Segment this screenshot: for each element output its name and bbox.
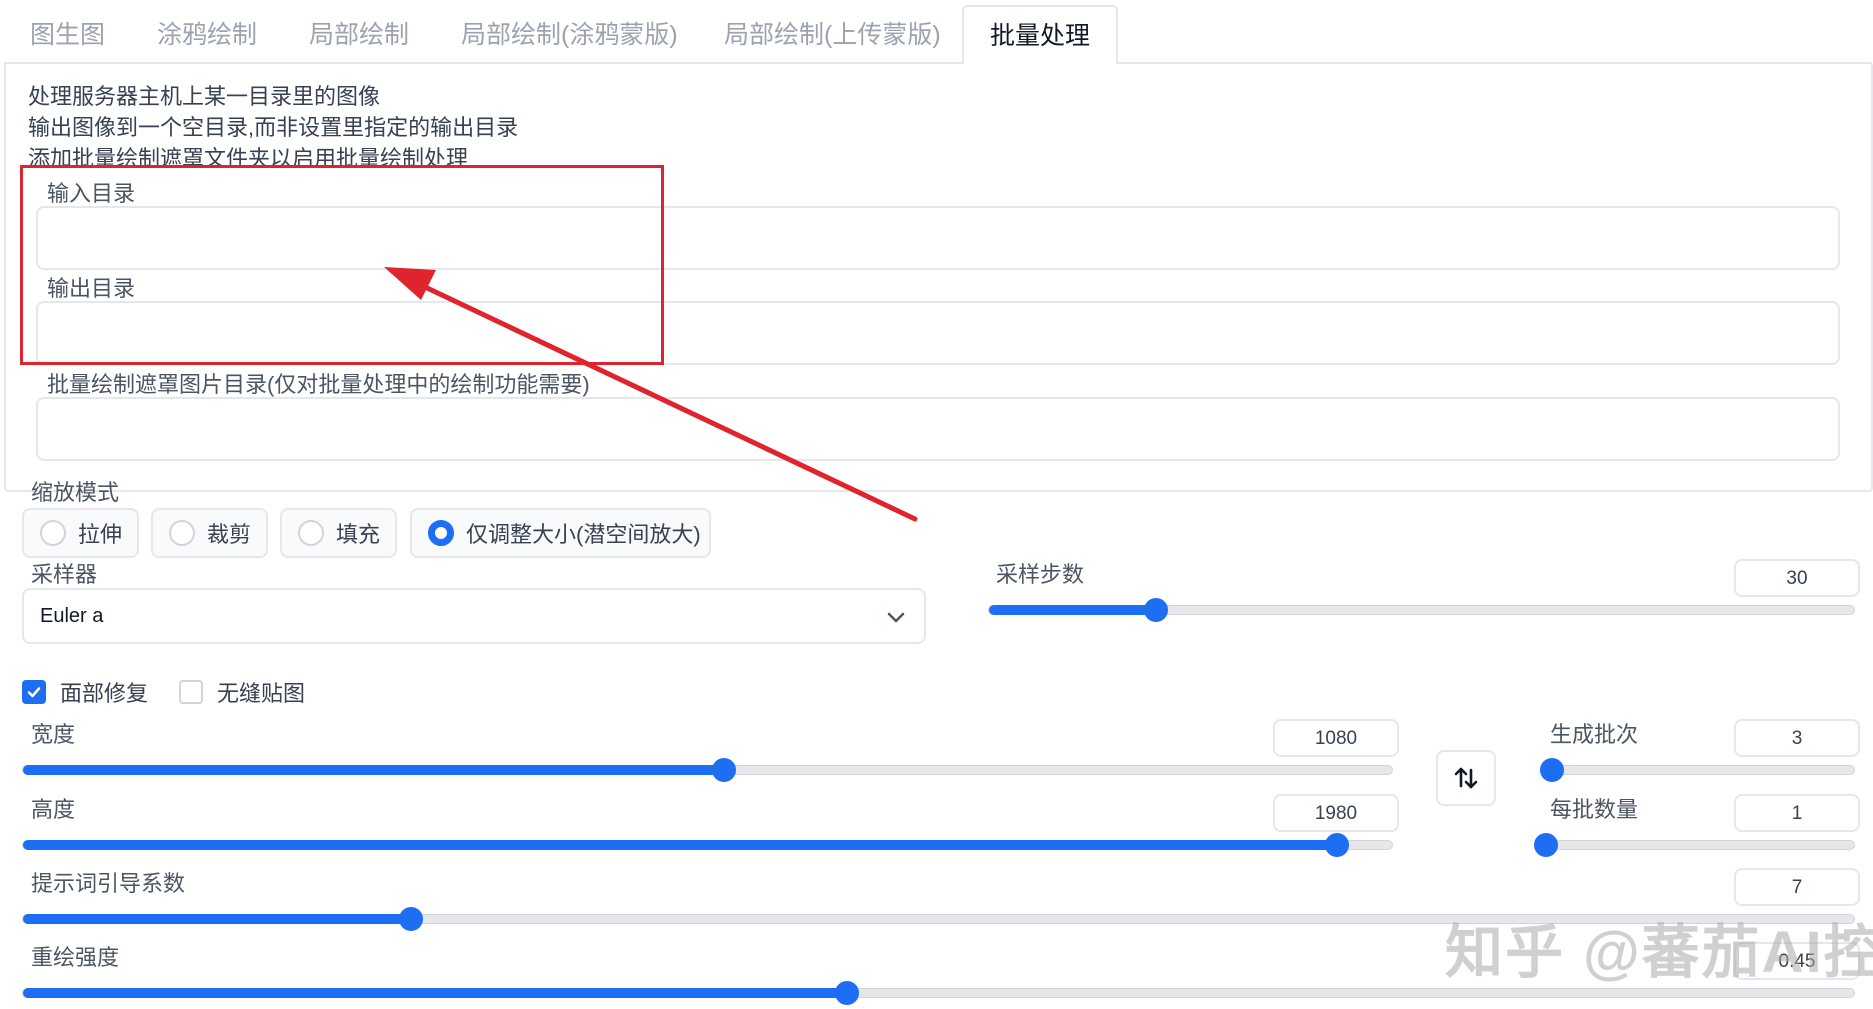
resize-option-stretch[interactable]: 拉伸 xyxy=(22,508,139,558)
sampler-label: 采样器 xyxy=(31,562,98,587)
height-slider[interactable] xyxy=(22,833,1393,857)
mask-dir-field[interactable] xyxy=(36,397,1840,461)
denoise-slider[interactable] xyxy=(22,981,1855,1005)
slider-fill xyxy=(23,914,412,924)
slider-thumb[interactable] xyxy=(711,758,736,782)
batch-count-label: 生成批次 xyxy=(1550,722,1639,747)
radio-label: 填充 xyxy=(336,522,381,547)
input-dir-label: 输入目录 xyxy=(47,181,136,206)
radio-dot-checked xyxy=(428,520,454,546)
height-input[interactable]: 1980 xyxy=(1273,794,1399,832)
width-slider[interactable] xyxy=(22,758,1393,782)
input-dir-field[interactable] xyxy=(36,206,1840,270)
sampling-steps-slider[interactable] xyxy=(988,598,1855,622)
height-label: 高度 xyxy=(31,797,76,822)
width-label: 宽度 xyxy=(31,722,76,747)
chevron-down-icon xyxy=(887,612,905,623)
tab-bar: 图生图 涂鸦绘制 局部绘制 局部绘制(涂鸦蒙版) 局部绘制(上传蒙版) 批量处理 xyxy=(0,0,1873,64)
radio-label: 拉伸 xyxy=(78,522,123,547)
slider-thumb[interactable] xyxy=(1144,598,1169,622)
batch-size-input[interactable]: 1 xyxy=(1734,794,1860,832)
batch-count-input[interactable]: 3 xyxy=(1734,719,1860,757)
batch-size-label: 每批数量 xyxy=(1550,797,1639,822)
swap-vertical-icon xyxy=(1454,767,1478,789)
description-line-2: 输出图像到一个空目录,而非设置里指定的输出目录 xyxy=(28,115,519,140)
batch-count-slider[interactable] xyxy=(1540,758,1855,782)
cfg-scale-label: 提示词引导系数 xyxy=(31,871,186,896)
description-line-1: 处理服务器主机上某一目录里的图像 xyxy=(28,84,381,109)
checkbox-label: 无缝贴图 xyxy=(217,681,306,706)
checkbox-box[interactable] xyxy=(179,680,203,704)
radio-label: 仅调整大小(潜空间放大) xyxy=(466,522,701,547)
tiling-checkbox[interactable]: 无缝贴图 xyxy=(179,676,305,708)
watermark: 知乎 @蕃茄AI控 xyxy=(1445,920,1873,985)
sampling-steps-label: 采样步数 xyxy=(996,562,1085,587)
tab-sketch[interactable]: 涂鸦绘制 xyxy=(157,12,257,58)
width-input[interactable]: 1080 xyxy=(1273,719,1399,757)
resize-option-fill[interactable]: 填充 xyxy=(280,508,397,558)
output-dir-label: 输出目录 xyxy=(47,276,136,301)
checkbox-box[interactable] xyxy=(22,680,46,704)
radio-dot xyxy=(40,520,66,546)
slider-thumb[interactable] xyxy=(1325,833,1350,857)
radio-label: 裁剪 xyxy=(207,522,252,547)
slider-thumb[interactable] xyxy=(399,907,424,931)
output-dir-field[interactable] xyxy=(36,301,1840,365)
description-line-3: 添加批量绘制遮罩文件夹以启用批量绘制处理 xyxy=(28,146,469,171)
mask-dir-label: 批量绘制遮罩图片目录(仅对批量处理中的绘制功能需要) xyxy=(47,372,590,397)
slider-fill xyxy=(23,988,847,998)
slider-thumb[interactable] xyxy=(1534,833,1558,857)
slider-fill xyxy=(23,840,1338,850)
tab-inpaint-sketch[interactable]: 局部绘制(涂鸦蒙版) xyxy=(461,12,678,58)
sampling-steps-input[interactable]: 30 xyxy=(1734,559,1860,597)
denoise-label: 重绘强度 xyxy=(31,945,120,970)
cfg-scale-input[interactable]: 7 xyxy=(1734,868,1860,906)
resize-option-crop[interactable]: 裁剪 xyxy=(151,508,268,558)
sampler-value: Euler a xyxy=(40,604,104,627)
resize-mode-label: 缩放模式 xyxy=(31,480,120,505)
swap-dimensions-button[interactable] xyxy=(1436,750,1496,806)
slider-thumb[interactable] xyxy=(1540,758,1565,782)
batch-size-slider[interactable] xyxy=(1534,833,1855,857)
tab-img2img[interactable]: 图生图 xyxy=(30,12,105,58)
face-restore-checkbox[interactable]: 面部修复 xyxy=(22,676,148,708)
check-icon xyxy=(27,687,41,698)
radio-dot xyxy=(169,520,195,546)
tab-inpaint[interactable]: 局部绘制 xyxy=(309,12,409,58)
sampler-select[interactable]: Euler a xyxy=(22,588,926,644)
radio-dot xyxy=(298,520,324,546)
slider-fill xyxy=(23,765,724,775)
tab-inpaint-upload[interactable]: 局部绘制(上传蒙版) xyxy=(724,12,941,58)
checkbox-label: 面部修复 xyxy=(60,681,149,706)
tab-batch[interactable]: 批量处理 xyxy=(962,5,1119,64)
resize-option-latent[interactable]: 仅调整大小(潜空间放大) xyxy=(410,508,711,558)
slider-fill xyxy=(989,605,1157,615)
slider-thumb[interactable] xyxy=(834,981,859,1005)
